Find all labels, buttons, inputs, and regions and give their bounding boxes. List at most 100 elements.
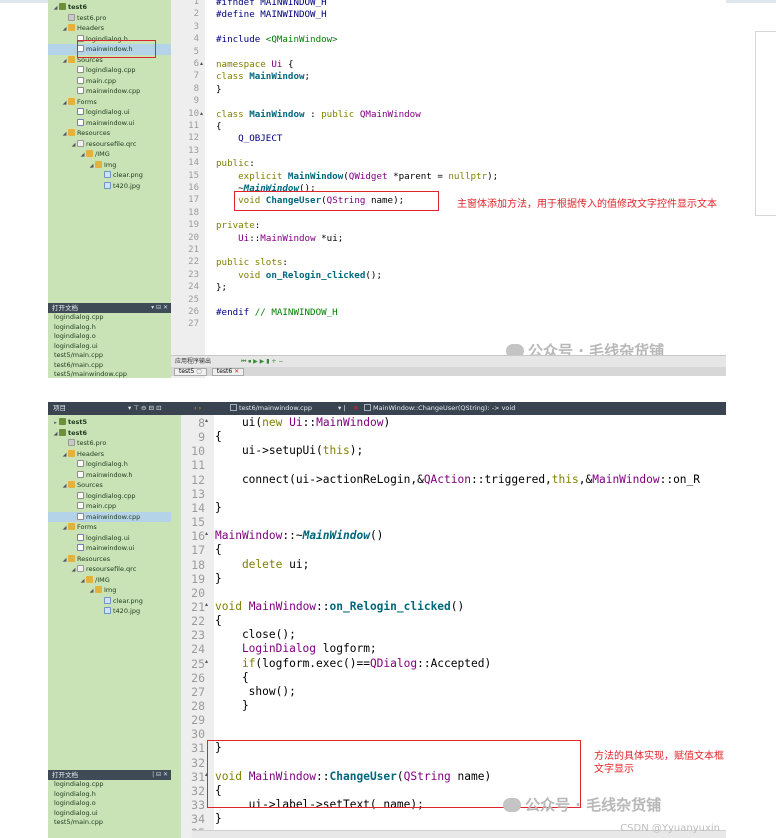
- panel-controls-icon[interactable]: | ⊟ ✕: [152, 770, 168, 780]
- tree-item[interactable]: main.cpp: [48, 76, 171, 87]
- tree-item[interactable]: ◢ Img: [48, 160, 171, 171]
- dropdown-icon[interactable]: ▾ |: [338, 402, 346, 415]
- tree-item[interactable]: ◢ resoursefile.qrc: [48, 139, 171, 150]
- tree-item[interactable]: ◢/IMG: [48, 149, 171, 160]
- open-document-item[interactable]: logindialog.ui: [48, 809, 171, 819]
- tree-item[interactable]: mainwindow.cpp: [48, 86, 171, 97]
- code-token: }: [215, 500, 222, 514]
- tree-item[interactable]: ◢ Headers: [48, 449, 171, 460]
- tree-item[interactable]: logindialog.cpp: [48, 65, 171, 76]
- tree-item[interactable]: mainwindow.h: [48, 470, 171, 481]
- tree-item[interactable]: logindialog.ui: [48, 533, 171, 544]
- code-token: :: [249, 158, 255, 170]
- tree-item[interactable]: t420.jpg: [48, 606, 171, 617]
- file-icon: [77, 87, 84, 94]
- filter-icon[interactable]: ▾ ⊤ ⊖ ⊟ ⊡: [128, 402, 162, 415]
- line-number: 3: [193, 21, 199, 32]
- open-document-item[interactable]: test5/main.cpp: [48, 818, 171, 828]
- tree-item-label: Forms: [77, 523, 97, 531]
- editor-toolbar: 项目 ▾ ⊤ ⊖ ⊟ ⊡ ‹ › test6/mainwindow.cpp ▾ …: [48, 402, 726, 415]
- tree-item-label: test6.pro: [77, 13, 107, 22]
- tree-item[interactable]: mainwindow.ui: [48, 118, 171, 129]
- fold-marker-icon[interactable]: ▴: [200, 60, 203, 67]
- tree-item[interactable]: t420.jpg: [48, 181, 171, 192]
- close-file-icon[interactable]: ✕: [353, 402, 358, 415]
- line-number: 24: [191, 642, 205, 657]
- fold-marker-icon[interactable]: ▴: [205, 601, 208, 608]
- code-line: public:: [216, 158, 255, 169]
- open-document-item[interactable]: logindialog.o: [48, 799, 171, 809]
- tab-test5[interactable]: test5 ▢: [174, 368, 207, 376]
- file-selector[interactable]: test6/mainwindow.cpp: [230, 402, 312, 415]
- tree-item[interactable]: logindialog.ui: [48, 107, 171, 118]
- tab-test6[interactable]: test6 ✕: [211, 368, 245, 376]
- tree-item[interactable]: clear.png: [48, 596, 171, 607]
- tree-item[interactable]: ◢ Img: [48, 585, 171, 596]
- open-document-item[interactable]: test6/main.cpp: [48, 361, 171, 371]
- code-token: };: [216, 282, 228, 294]
- tree-item[interactable]: ◢ Forms: [48, 522, 171, 533]
- line-number: 28: [191, 699, 205, 713]
- tree-item[interactable]: ◢ Resources: [48, 128, 171, 139]
- open-document-item[interactable]: logindialog.cpp: [48, 313, 171, 323]
- source-file-screenshot: 项目 ▾ ⊤ ⊖ ⊟ ⊡ ‹ › test6/mainwindow.cpp ▾ …: [48, 402, 726, 838]
- line-number: 11: [191, 458, 205, 473]
- run-controls-icon[interactable]: ⏮ ⏹ ▶ ▶ ▮ + −: [241, 358, 283, 365]
- project-sidebar: ▸ test5 ◢ test6 test6.pro ◢ Headers logindialog…: [48, 415, 171, 838]
- line-number: 19: [188, 220, 199, 231]
- code-token: void: [216, 269, 266, 281]
- tree-item[interactable]: ◢ resoursefile.qrc: [48, 564, 171, 575]
- code-token: MainWindow: [287, 170, 344, 182]
- tree-item-label: logindialog.h: [86, 460, 128, 468]
- code-line: namespace Ui {: [216, 59, 293, 70]
- proj-icon: [59, 428, 66, 436]
- open-document-item[interactable]: logindialog.ui: [48, 342, 171, 352]
- tree-item[interactable]: ◢ Forms: [48, 97, 171, 108]
- tree-item[interactable]: ◢ Sources: [48, 480, 171, 491]
- nav-arrows-icon[interactable]: ‹ ›: [194, 402, 201, 415]
- img-icon: [104, 596, 111, 604]
- open-document-item[interactable]: test5/main.cpp: [48, 351, 171, 361]
- line-number: 10: [191, 444, 205, 459]
- line-number: 21: [188, 245, 199, 255]
- panel-controls-icon[interactable]: ▾ ⊟ ✕: [151, 303, 168, 313]
- tree-item[interactable]: logindialog.h: [48, 459, 171, 470]
- code-line: private:: [216, 220, 260, 231]
- function-selector[interactable]: MainWindow::ChangeUser(QString): -> void: [364, 402, 515, 415]
- tree-item[interactable]: ◢/IMG: [48, 575, 171, 586]
- open-document-item[interactable]: test5/mainwindow.cpp: [48, 370, 171, 378]
- code-token: :: [254, 220, 261, 232]
- open-document-item[interactable]: logindialog.cpp: [48, 780, 171, 790]
- open-document-item[interactable]: logindialog.h: [48, 323, 171, 333]
- close-icon[interactable]: ✕: [234, 368, 239, 375]
- tree-item[interactable]: mainwindow.ui: [48, 543, 171, 554]
- tree-item[interactable]: ◢ test6: [48, 2, 171, 13]
- fold-marker-icon[interactable]: ▴: [205, 417, 208, 424]
- line-number: 4: [193, 34, 199, 45]
- tree-item[interactable]: logindialog.cpp: [48, 491, 171, 502]
- tree-item[interactable]: ▸ test5: [48, 417, 171, 428]
- code-editor[interactable]: 1 #ifndef MAINWINDOW_H 2 #define MAINWINDOW…: [171, 0, 726, 378]
- tree-item[interactable]: test6.pro: [48, 13, 171, 24]
- line-number: 11: [188, 121, 199, 131]
- output-panel-title[interactable]: 应用程序输出: [175, 358, 211, 365]
- code-token: <QMainWindow>: [265, 34, 338, 46]
- tree-item[interactable]: test6.pro: [48, 438, 171, 449]
- fold-marker-icon[interactable]: ▴: [200, 110, 203, 117]
- fold-marker-icon[interactable]: ▴: [205, 658, 208, 665]
- tree-item[interactable]: clear.png: [48, 170, 171, 181]
- tree-item-label: /IMG: [95, 575, 110, 584]
- folder-icon: [95, 586, 102, 593]
- tree-item[interactable]: mainwindow.cpp: [48, 511, 171, 522]
- open-document-item[interactable]: logindialog.h: [48, 790, 171, 800]
- tree-item[interactable]: ◢ Headers: [48, 23, 171, 34]
- code-line: Q_OBJECT: [216, 133, 282, 144]
- line-number: 15: [188, 170, 199, 181]
- code-line: #endif // MAINWINDOW_H: [216, 307, 338, 318]
- fold-marker-icon[interactable]: ▴: [205, 530, 208, 537]
- tree-item[interactable]: main.cpp: [48, 501, 171, 512]
- tree-item[interactable]: ◢ Resources: [48, 554, 171, 565]
- close-icon[interactable]: ▢: [196, 368, 202, 375]
- open-document-item[interactable]: logindialog.o: [48, 332, 171, 342]
- tree-item[interactable]: ◢ test6: [48, 428, 171, 439]
